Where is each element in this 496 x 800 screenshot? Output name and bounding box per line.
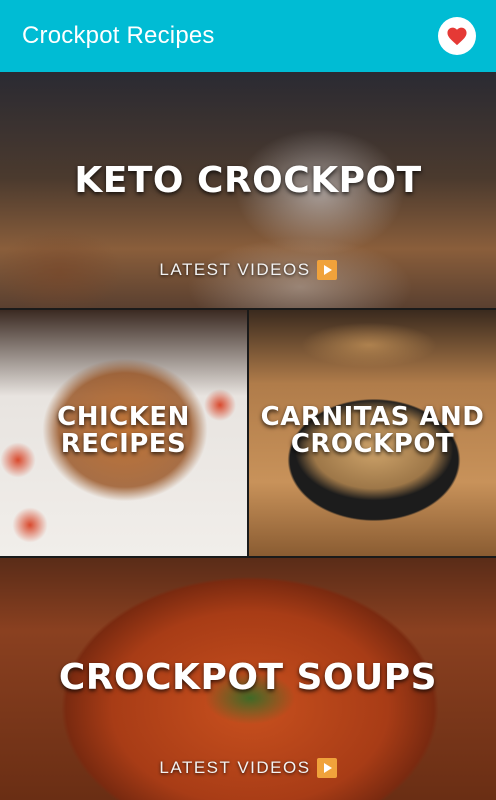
play-icon	[316, 260, 337, 280]
carnitas-and-crockpot-title: CARNITAS AND CROCKPOT	[260, 401, 485, 459]
crockpot-soups-title: CROCKPOT SOUPS	[58, 657, 438, 699]
keto-crockpot-title: KETO CROCKPOT	[74, 160, 422, 202]
tile-keto-crockpot[interactable]: KETO CROCKPOT LATEST VIDEOS	[0, 72, 496, 308]
chicken-recipes-title: CHICKEN RECIPES	[57, 401, 190, 459]
heart-icon	[447, 27, 467, 46]
play-icon	[316, 758, 337, 778]
tile-carnitas-and-crockpot[interactable]: CARNITAS AND CROCKPOT	[249, 310, 496, 556]
crockpot-soups-latest-videos[interactable]: LATEST VIDEOS	[0, 758, 496, 778]
latest-videos-label: LATEST VIDEOS	[159, 260, 311, 279]
tile-crockpot-soups[interactable]: CROCKPOT SOUPS LATEST VIDEOS	[0, 558, 496, 800]
keto-crockpot-latest-videos[interactable]: LATEST VIDEOS	[0, 260, 496, 280]
latest-videos-label: LATEST VIDEOS	[159, 758, 311, 777]
tile-chicken-recipes[interactable]: CHICKEN RECIPES	[0, 310, 247, 556]
app-title: Crockpot Recipes	[22, 22, 215, 49]
favorites-button[interactable]	[438, 17, 476, 55]
app-bar: Crockpot Recipes	[0, 0, 496, 72]
